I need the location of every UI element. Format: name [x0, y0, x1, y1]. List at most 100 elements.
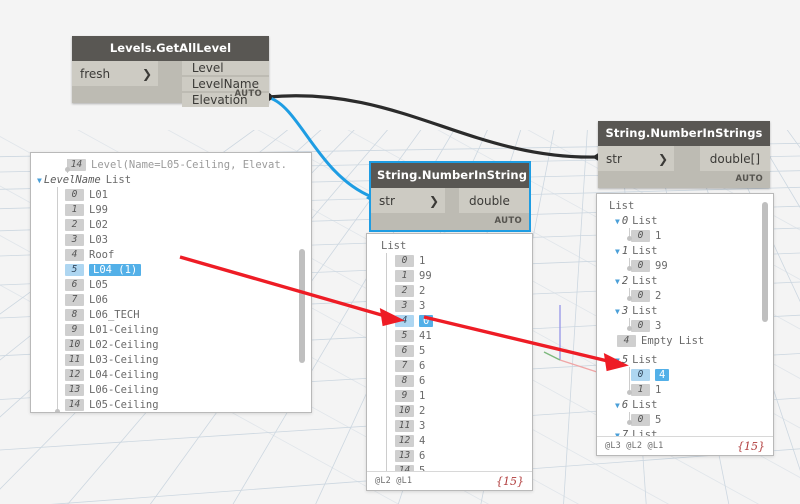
- row-index: 4: [617, 335, 636, 347]
- chevron-down-icon[interactable]: ▼: [615, 247, 620, 256]
- node-levels-getalllevel[interactable]: Levels.GetAllLevel fresh ❯ Level LevelNa…: [72, 36, 269, 103]
- node-body: fresh ❯ Level LevelName Elevation AUTO: [72, 61, 269, 103]
- list-item-selected[interactable]: 4 0: [373, 313, 526, 328]
- row-index: 11: [395, 420, 414, 432]
- row-index: 13: [395, 450, 414, 462]
- sublist-header[interactable]: ▼ 0 List: [603, 213, 767, 228]
- row-value: 3: [419, 300, 425, 312]
- chevron-down-icon[interactable]: ▼: [615, 356, 620, 365]
- node-body: str ❯ double AUTO: [371, 188, 529, 230]
- axis-gizmo: [544, 305, 597, 372]
- row-index: 1: [395, 270, 414, 282]
- sublist-header[interactable]: ▼ 2 List: [603, 273, 767, 288]
- chevron-down-icon[interactable]: ▼: [615, 307, 620, 316]
- row-index: 11: [65, 354, 84, 366]
- list-item[interactable]: 7 6: [373, 358, 526, 373]
- input-port-fresh[interactable]: fresh ❯: [72, 61, 158, 86]
- list-item[interactable]: 0 1: [373, 253, 526, 268]
- list-item-selected[interactable]: 5 L04 (1): [37, 262, 305, 277]
- input-port-label: fresh: [80, 67, 110, 81]
- list-item[interactable]: 11 L03-Ceiling: [37, 352, 305, 367]
- row-index: 13: [65, 384, 84, 396]
- preview-panel-levels[interactable]: 14 Level(Name=L05-Ceiling, Elevat. ▼ Lev…: [30, 152, 312, 413]
- row-index: 0: [395, 255, 414, 267]
- item-count-badge: {15}: [737, 440, 765, 453]
- list-item[interactable]: 3 L03: [37, 232, 305, 247]
- list-item[interactable]: 9 1: [373, 388, 526, 403]
- list-item[interactable]: 10 L02-Ceiling: [37, 337, 305, 352]
- list-item[interactable]: 1 99: [373, 268, 526, 283]
- tree-dot: [55, 409, 60, 413]
- sublist-header[interactable]: ▼ 3 List: [603, 303, 767, 318]
- chevron-down-icon[interactable]: ▼: [37, 176, 42, 185]
- dynamo-canvas[interactable]: Levels.GetAllLevel fresh ❯ Level LevelNa…: [0, 0, 800, 504]
- row-value: 1: [419, 390, 425, 402]
- preview-scrollbar-left[interactable]: [299, 249, 305, 363]
- list-item[interactable]: 2 2: [373, 283, 526, 298]
- list-item[interactable]: 13 L06-Ceiling: [37, 382, 305, 397]
- output-port-double-array[interactable]: double[]: [700, 146, 770, 171]
- group-header-elevation[interactable]: ▼ Elevation List: [37, 412, 305, 413]
- row-index: 0: [631, 414, 650, 426]
- row-value: Empty List: [641, 335, 704, 347]
- sublist-header[interactable]: ▼ 6 List: [603, 397, 767, 412]
- list-item[interactable]: 8 L06_TECH: [37, 307, 305, 322]
- list-item[interactable]: 14 Level(Name=L05-Ceiling, Elevat.: [37, 157, 305, 172]
- chevron-down-icon[interactable]: ▼: [615, 401, 620, 410]
- list-item[interactable]: 8 6: [373, 373, 526, 388]
- tree-line: [386, 253, 387, 477]
- list-item[interactable]: 5 41: [373, 328, 526, 343]
- output-port-level[interactable]: Level: [182, 61, 269, 75]
- list-item-empty[interactable]: 4 Empty List: [603, 333, 767, 348]
- row-value: 6: [419, 450, 425, 462]
- list-item[interactable]: 3 3: [373, 298, 526, 313]
- list-item[interactable]: 2 L02: [37, 217, 305, 232]
- preview-panel-numberinstring[interactable]: List 0 1 1 99 2 2 3 3: [366, 233, 533, 491]
- chevron-right-icon: ❯: [658, 152, 668, 166]
- list-item[interactable]: 6 L05: [37, 277, 305, 292]
- row-value: 1: [419, 255, 425, 267]
- list-item[interactable]: 7 L06: [37, 292, 305, 307]
- list-item-selected[interactable]: 0 4: [603, 367, 767, 382]
- tree-dot: [627, 420, 632, 425]
- node-lacing-label[interactable]: AUTO: [371, 213, 529, 230]
- preview-scrollbar-right[interactable]: [762, 202, 768, 322]
- list-item[interactable]: 10 2: [373, 403, 526, 418]
- row-index: 6: [395, 345, 414, 357]
- row-value: 2: [419, 405, 425, 417]
- row-index: 0: [631, 320, 650, 332]
- node-lacing-label[interactable]: AUTO: [598, 171, 770, 188]
- row-index: 9: [65, 324, 84, 336]
- sublist-header[interactable]: ▼ 1 List: [603, 243, 767, 258]
- chevron-down-icon[interactable]: ▼: [615, 277, 620, 286]
- node-string-numberinstring[interactable]: String.NumberInString str ❯ double AUTO: [371, 163, 529, 230]
- list-item[interactable]: 9 L01-Ceiling: [37, 322, 305, 337]
- root-label: List: [603, 198, 767, 213]
- input-port-str[interactable]: str ❯: [598, 146, 674, 171]
- node-gap: [158, 61, 182, 86]
- list-item[interactable]: 6 5: [373, 343, 526, 358]
- chevron-down-icon[interactable]: ▼: [615, 217, 620, 226]
- row-value: 3: [419, 420, 425, 432]
- row-value: 99: [655, 260, 668, 272]
- list-item[interactable]: 13 6: [373, 448, 526, 463]
- list-item[interactable]: 1 L99: [37, 202, 305, 217]
- list-item[interactable]: 14 L05-Ceiling: [37, 397, 305, 412]
- list-item[interactable]: 4 Roof: [37, 247, 305, 262]
- node-string-numberinstrings[interactable]: String.NumberInStrings str ❯ double[] AU…: [598, 121, 770, 188]
- sublist-header[interactable]: ▼ 5 List: [603, 352, 767, 367]
- list-item[interactable]: 12 L04-Ceiling: [37, 367, 305, 382]
- list-item[interactable]: 12 4: [373, 433, 526, 448]
- group-type: List: [106, 174, 131, 186]
- list-item[interactable]: 11 3: [373, 418, 526, 433]
- input-port-str[interactable]: str ❯: [371, 188, 445, 213]
- group-header-levelname[interactable]: ▼ LevelName List: [37, 172, 305, 187]
- output-port-double[interactable]: double: [459, 188, 529, 213]
- row-value: L05: [89, 279, 108, 291]
- sublist-type: List: [632, 399, 657, 411]
- list-item[interactable]: 0 L01: [37, 187, 305, 202]
- row-value: L01-Ceiling: [89, 324, 159, 336]
- preview-panel-numberinstrings[interactable]: List ▼ 0 List 0 1 ▼ 1 List: [596, 193, 774, 456]
- row-index: 5: [65, 264, 84, 276]
- row-value: 6: [419, 375, 425, 387]
